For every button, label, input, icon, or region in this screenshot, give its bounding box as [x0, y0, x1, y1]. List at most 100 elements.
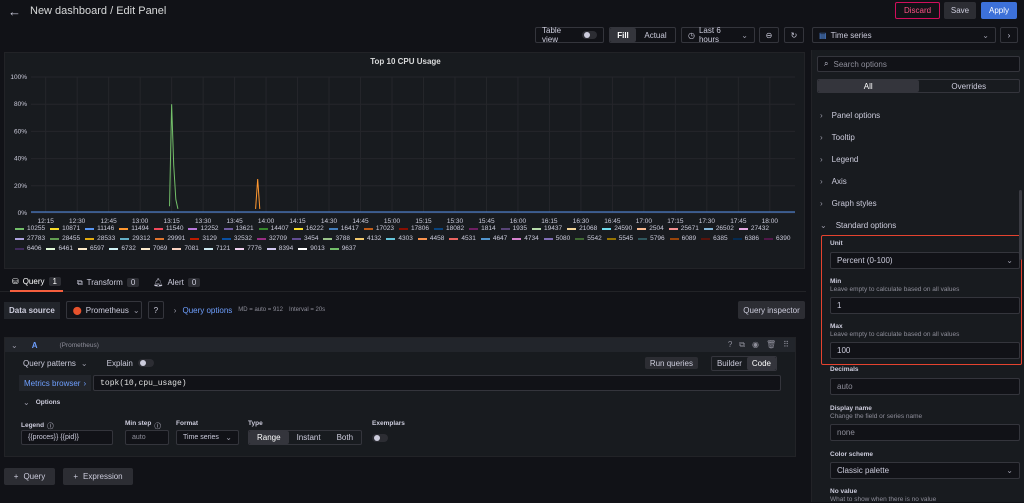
- legend-item[interactable]: 6089: [669, 235, 696, 242]
- unit-select[interactable]: Percent (0-100) ⌄: [830, 252, 1020, 269]
- legend-item[interactable]: 32532: [221, 235, 252, 242]
- section-standard-options[interactable]: ⌄ Standard options: [820, 214, 1020, 236]
- legend-item[interactable]: 6732: [109, 245, 136, 252]
- table-view-switch[interactable]: [582, 31, 597, 39]
- legend-item[interactable]: 5796: [638, 235, 665, 242]
- collapse-icon[interactable]: ⌄: [11, 341, 18, 350]
- refresh-icon[interactable]: ↻: [784, 27, 804, 43]
- format-select[interactable]: Time series ⌄: [176, 430, 239, 445]
- legend-item[interactable]: 8394: [266, 245, 293, 252]
- legend-item[interactable]: 7069: [140, 245, 167, 252]
- legend-item[interactable]: 28533: [85, 235, 115, 242]
- legend-item[interactable]: 29991: [155, 235, 185, 242]
- type-both-button[interactable]: Both: [329, 431, 361, 444]
- legend-item[interactable]: 4734: [512, 235, 539, 242]
- search-options-input[interactable]: ⌕ Search options: [817, 56, 1020, 72]
- legend-item[interactable]: 10255: [15, 225, 45, 232]
- legend-item[interactable]: 18082: [434, 225, 464, 232]
- legend-item[interactable]: 13621: [223, 225, 254, 232]
- legend-item[interactable]: 11146: [85, 225, 114, 232]
- legend-item[interactable]: 7776: [235, 245, 262, 252]
- legend-item[interactable]: 5080: [543, 235, 570, 242]
- visualization-picker[interactable]: ▤ Time series ⌄: [812, 27, 996, 43]
- legend-item[interactable]: 4132: [354, 235, 381, 242]
- eye-icon[interactable]: ◉: [752, 340, 759, 350]
- section-tooltip[interactable]: › Tooltip: [820, 126, 1020, 148]
- options-section-label[interactable]: Options: [36, 399, 61, 406]
- tab-alert[interactable]: 🔔︎ Alert 0: [153, 278, 201, 287]
- promql-editor[interactable]: topk(10,cpu_usage): [93, 375, 781, 391]
- time-range-picker[interactable]: ◷ Last 6 hours ⌄: [681, 26, 755, 44]
- options-scrollbar[interactable]: [1019, 190, 1022, 260]
- legend-item[interactable]: 28455: [50, 235, 80, 242]
- run-queries-button[interactable]: Run queries: [644, 357, 698, 369]
- legend-format-input[interactable]: {{proces}} {{pid}}: [21, 430, 113, 445]
- collapse-options-icon[interactable]: ›: [1000, 27, 1018, 43]
- legend-item[interactable]: 7081: [172, 245, 199, 252]
- apply-button[interactable]: Apply: [981, 2, 1017, 19]
- decimals-input[interactable]: auto: [830, 378, 1020, 395]
- save-button[interactable]: Save: [944, 2, 976, 19]
- legend-item[interactable]: 32709: [256, 235, 287, 242]
- legend-item[interactable]: 3129: [190, 235, 217, 242]
- legend-item[interactable]: 25671: [668, 225, 699, 232]
- add-expression-button[interactable]: + Expression: [63, 468, 133, 485]
- legend-item[interactable]: 4647: [480, 235, 507, 242]
- legend-item[interactable]: 12252: [188, 225, 219, 232]
- legend-item[interactable]: 19437: [532, 225, 562, 232]
- help-icon[interactable]: ?: [728, 340, 732, 350]
- metrics-browser-button[interactable]: Metrics browser ›: [19, 375, 92, 391]
- table-view-toggle[interactable]: Table view: [535, 26, 604, 44]
- legend-item[interactable]: 6386: [732, 235, 759, 242]
- options-chevron-icon[interactable]: ⌄: [23, 398, 30, 407]
- duplicate-icon[interactable]: ⧉: [739, 340, 745, 350]
- legend-item[interactable]: 3454: [292, 235, 318, 242]
- zoom-out-icon[interactable]: ⊖: [759, 27, 779, 43]
- chart[interactable]: 0% 20% 40% 60% 80% 100% 12:15 12:30 12:45 13:00 13…: [5, 65, 806, 233]
- help-icon[interactable]: ?: [147, 301, 164, 319]
- section-axis[interactable]: › Axis: [820, 170, 1020, 192]
- builder-tab[interactable]: Builder: [712, 357, 747, 370]
- trash-icon[interactable]: 🗑︎: [766, 340, 776, 350]
- legend-item[interactable]: 10871: [50, 225, 80, 232]
- drag-handle-icon[interactable]: ⠿: [783, 340, 789, 350]
- legend-item[interactable]: 6406: [15, 245, 41, 252]
- exemplars-switch[interactable]: [372, 434, 388, 442]
- legend-item[interactable]: 6385: [701, 235, 728, 242]
- add-query-button[interactable]: + Query: [4, 468, 55, 485]
- query-ref-id[interactable]: A: [32, 341, 38, 350]
- section-panel-options[interactable]: › Panel options: [820, 104, 1020, 126]
- legend-item[interactable]: 2504: [637, 225, 664, 232]
- min-step-input[interactable]: auto: [125, 430, 169, 445]
- type-instant-button[interactable]: Instant: [289, 431, 329, 444]
- section-graph-styles[interactable]: › Graph styles: [820, 192, 1020, 214]
- legend-item[interactable]: 3788: [323, 235, 350, 242]
- legend-item[interactable]: 16417: [328, 225, 359, 232]
- legend-item[interactable]: 11540: [153, 225, 183, 232]
- query-options-toggle[interactable]: › Query options MD = auto = 912 Interval…: [174, 306, 325, 315]
- legend-item[interactable]: 9013: [298, 245, 325, 252]
- legend-item[interactable]: 17023: [363, 225, 394, 232]
- min-input[interactable]: 1: [830, 297, 1020, 314]
- legend-item[interactable]: 6597: [77, 245, 104, 252]
- fill-button[interactable]: Fill: [610, 28, 636, 42]
- color-scheme-select[interactable]: Classic palette ⌄: [830, 462, 1020, 479]
- legend-item[interactable]: 9637: [329, 245, 356, 252]
- legend-item[interactable]: 29312: [120, 235, 150, 242]
- legend-item[interactable]: 27783: [15, 235, 45, 242]
- legend-item[interactable]: 11494: [119, 225, 149, 232]
- explain-switch[interactable]: [137, 359, 154, 367]
- tab-transform[interactable]: ⧉ Transform 0: [77, 278, 140, 288]
- legend-item[interactable]: 4458: [417, 235, 444, 242]
- legend-item[interactable]: 5542: [575, 235, 602, 242]
- legend-item[interactable]: 7121: [203, 245, 230, 252]
- code-tab[interactable]: Code: [746, 356, 776, 370]
- tab-overrides[interactable]: Overrides: [919, 80, 1020, 92]
- tab-all[interactable]: All: [818, 80, 919, 92]
- section-legend[interactable]: › Legend: [820, 148, 1020, 170]
- legend-item[interactable]: 24590: [602, 225, 632, 232]
- query-inspector-button[interactable]: Query inspector: [738, 301, 805, 319]
- legend-item[interactable]: 21068: [567, 225, 597, 232]
- legend-item[interactable]: 17806: [398, 225, 429, 232]
- type-range-button[interactable]: Range: [249, 431, 289, 444]
